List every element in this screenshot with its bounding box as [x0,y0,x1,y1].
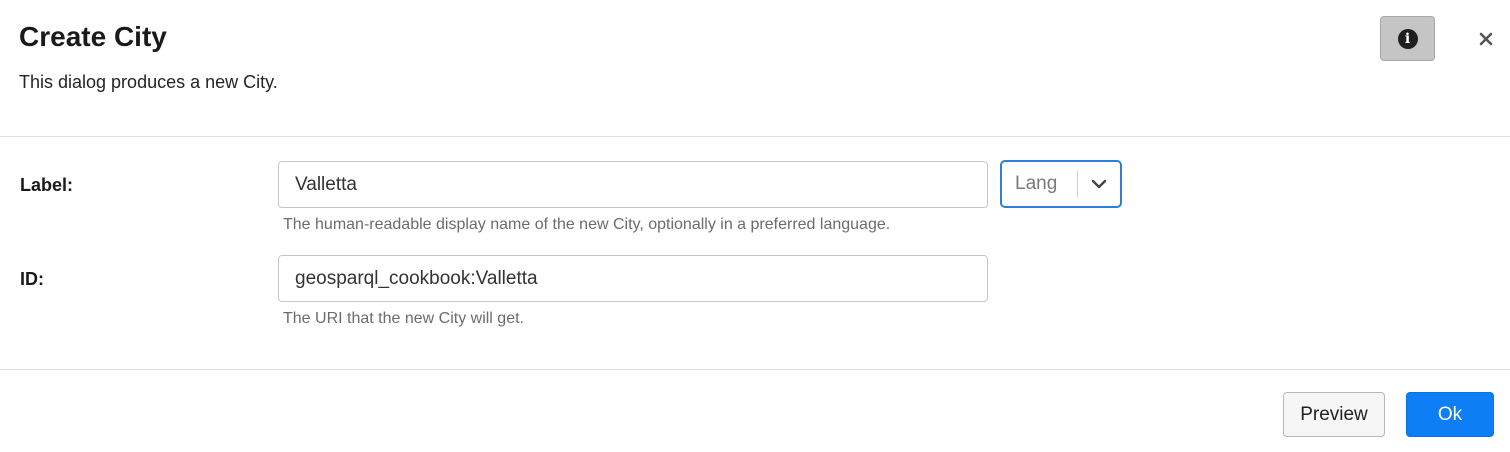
dialog-header: Create City This dialog produces a new C… [0,0,1510,137]
dialog-title: Create City [19,21,167,52]
label-field-label: Label: [20,175,74,195]
dialog-subtitle: This dialog produces a new City. [19,72,278,92]
label-help-text: The human-readable display name of the n… [283,216,891,233]
dialog-footer: Preview Ok [0,369,1510,452]
label-input[interactable] [278,161,988,208]
dialog-body: Label: Lang The human-readable display n… [0,137,1510,369]
id-help-text: The URI that the new City will get. [283,310,524,327]
ok-button[interactable]: Ok [1406,392,1494,437]
chevron-down-icon[interactable] [1078,162,1120,206]
close-button[interactable] [1474,26,1498,52]
info-button[interactable]: i [1380,16,1435,61]
lang-select[interactable]: Lang [1001,161,1121,207]
create-city-dialog: Create City This dialog produces a new C… [0,0,1510,452]
id-input[interactable] [278,255,988,302]
info-icon: i [1397,28,1418,49]
close-icon [1479,32,1493,46]
preview-button[interactable]: Preview [1283,392,1385,437]
lang-placeholder: Lang [1015,173,1058,194]
id-field-label: ID: [20,269,44,289]
